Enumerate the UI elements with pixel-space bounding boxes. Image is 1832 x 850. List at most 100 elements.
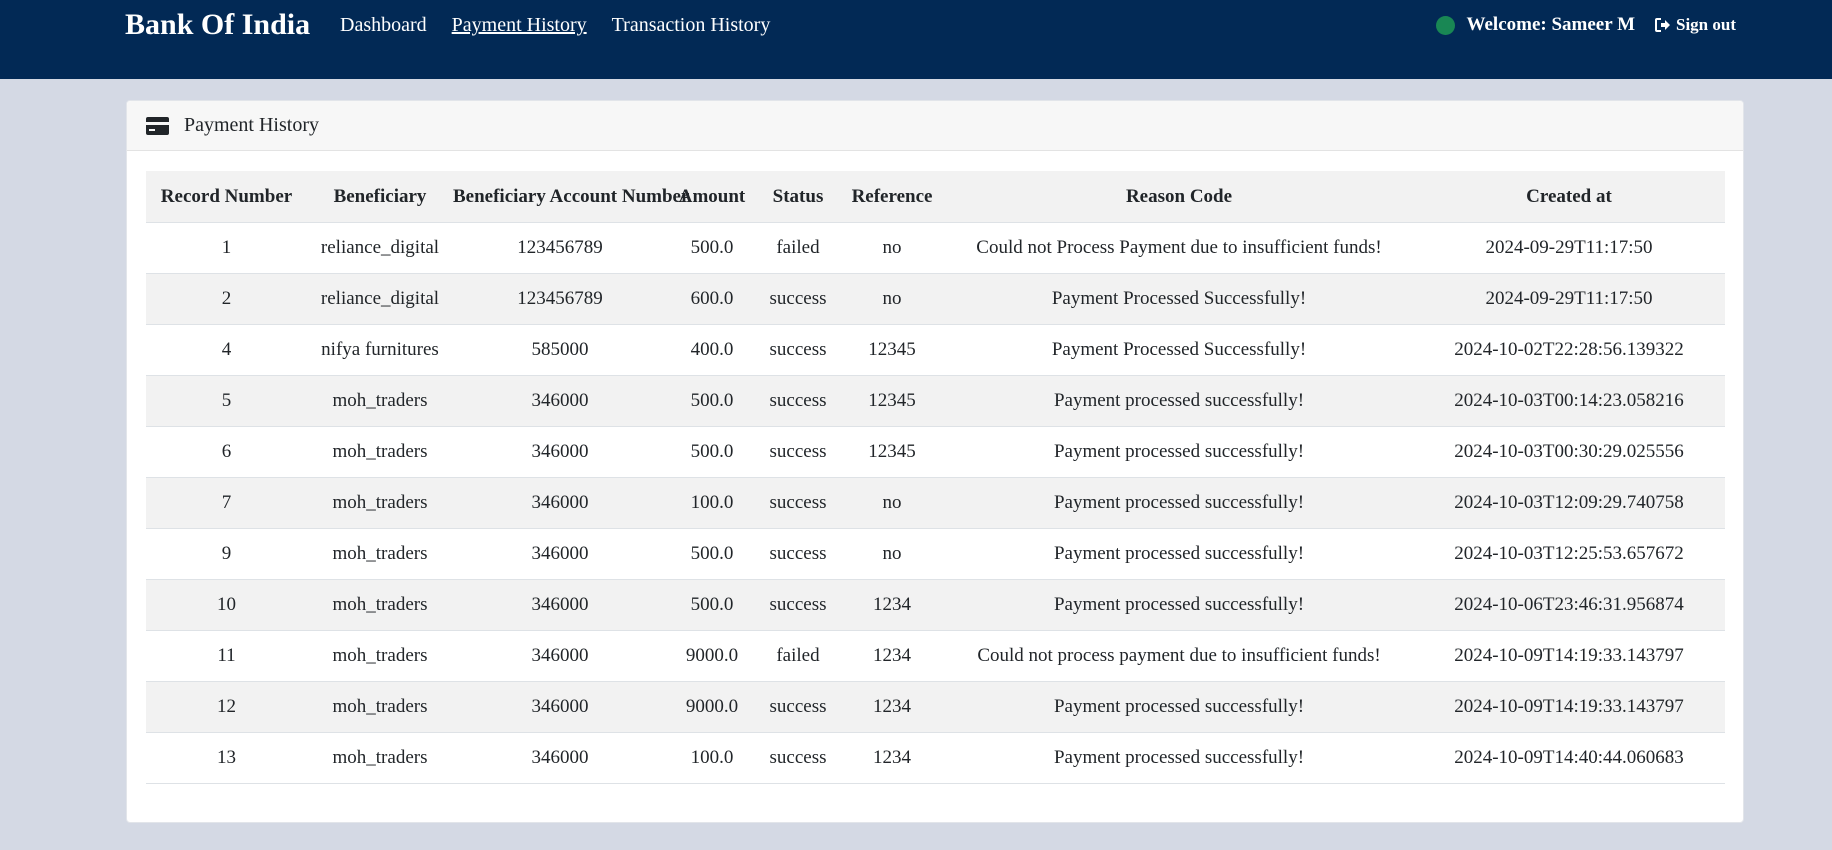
cell-created-at: 2024-09-29T11:17:50 [1413, 222, 1725, 274]
cell-reason-code: Could not process payment due to insuffi… [945, 630, 1413, 682]
table-row: 7 moh_traders 346000 100.0 success no Payment … [146, 477, 1725, 529]
cell-reason-code: Payment processed successfully! [945, 477, 1413, 529]
brand-logo-text[interactable]: Bank Of India [125, 7, 310, 43]
cell-reason-code: Payment processed successfully! [945, 528, 1413, 580]
cell-record-number: 10 [146, 579, 307, 631]
column-header-status: Status [757, 171, 839, 223]
cell-status: success [757, 528, 839, 580]
table-row: 10 moh_traders 346000 500.0 success 1234 Payme… [146, 579, 1725, 631]
user-area: Welcome: Sameer M Sign out [1435, 12, 1736, 38]
table-row: 1 reliance_digital 123456789 500.0 failed no C… [146, 222, 1725, 274]
column-header-record-number: Record Number [146, 171, 307, 223]
cell-record-number: 2 [146, 273, 307, 325]
cell-reference: 12345 [839, 324, 945, 376]
cell-status: success [757, 579, 839, 631]
cell-account-number: 346000 [453, 426, 667, 478]
nav-link-payment-history[interactable]: Payment History [452, 12, 587, 38]
payment-history-table: Record Number Beneficiary Beneficiary Ac… [146, 171, 1725, 784]
column-header-beneficiary-account-number: Beneficiary Account Number [453, 171, 689, 223]
cell-beneficiary: moh_traders [307, 477, 453, 529]
cell-record-number: 4 [146, 324, 307, 376]
cell-account-number: 346000 [453, 375, 667, 427]
cell-account-number: 123456789 [453, 222, 667, 274]
cell-account-number: 346000 [453, 528, 667, 580]
table-row: 6 moh_traders 346000 500.0 success 12345 Payme… [146, 426, 1725, 478]
cell-status: failed [757, 222, 839, 274]
welcome-text: Welcome: Sameer M [1466, 14, 1635, 35]
sign-out-label: Sign out [1676, 15, 1736, 34]
cell-amount: 600.0 [667, 273, 757, 325]
cell-status: success [757, 273, 839, 325]
table-row: 11 moh_traders 346000 9000.0 failed 1234 Could… [146, 630, 1725, 682]
payment-history-card: Payment History Record Number Beneficiar… [126, 100, 1744, 823]
cell-reference: no [839, 273, 945, 325]
cell-created-at: 2024-10-03T12:25:53.657672 [1413, 528, 1725, 580]
cell-amount: 500.0 [667, 222, 757, 274]
cell-reference: 1234 [839, 579, 945, 631]
top-navbar: Bank Of India Dashboard Payment History … [0, 0, 1832, 79]
cell-account-number: 346000 [453, 477, 667, 529]
cell-account-number: 346000 [453, 579, 667, 631]
cell-status: success [757, 324, 839, 376]
cell-reason-code: Payment processed successfully! [945, 681, 1413, 733]
cell-beneficiary: reliance_digital [307, 273, 453, 325]
cell-reference: 12345 [839, 375, 945, 427]
cell-beneficiary: moh_traders [307, 579, 453, 631]
table-row: 5 moh_traders 346000 500.0 success 12345 Payme… [146, 375, 1725, 427]
cell-beneficiary: moh_traders [307, 732, 453, 784]
cell-created-at: 2024-10-06T23:46:31.956874 [1413, 579, 1725, 631]
table-row: 9 moh_traders 346000 500.0 success no Payment … [146, 528, 1725, 580]
cell-reference: 1234 [839, 732, 945, 784]
cell-amount: 9000.0 [667, 681, 757, 733]
card-header: Payment History [127, 101, 1743, 151]
cell-account-number: 346000 [453, 732, 667, 784]
table-row: 2 reliance_digital 123456789 600.0 success no… [146, 273, 1725, 325]
cell-record-number: 5 [146, 375, 307, 427]
cell-reference: no [839, 222, 945, 274]
cell-amount: 9000.0 [667, 630, 757, 682]
cell-beneficiary: reliance_digital [307, 222, 453, 274]
sign-out-icon [1655, 18, 1670, 32]
cell-status: success [757, 732, 839, 784]
cell-amount: 400.0 [667, 324, 757, 376]
cell-reason-code: Payment processed successfully! [945, 579, 1413, 631]
cell-amount: 100.0 [667, 732, 757, 784]
table-header-row: Record Number Beneficiary Beneficiary Ac… [146, 171, 1725, 223]
cell-record-number: 1 [146, 222, 307, 274]
cell-reason-code: Payment processed successfully! [945, 426, 1413, 478]
credit-card-icon [146, 116, 169, 135]
column-header-reference: Reference [839, 171, 945, 223]
table-row: 4 nifya furnitures 585000 400.0 success 12345… [146, 324, 1725, 376]
cell-created-at: 2024-10-03T00:14:23.058216 [1413, 375, 1725, 427]
cell-created-at: 2024-09-29T11:17:50 [1413, 273, 1725, 325]
cell-account-number: 346000 [453, 630, 667, 682]
sign-out-button[interactable]: Sign out [1654, 12, 1736, 38]
column-header-amount: Amount [667, 171, 757, 223]
cell-beneficiary: moh_traders [307, 630, 453, 682]
nav-link-dashboard[interactable]: Dashboard [340, 12, 427, 38]
cell-reference: 12345 [839, 426, 945, 478]
cell-beneficiary: nifya furnitures [307, 324, 453, 376]
cell-reference: no [839, 528, 945, 580]
cell-account-number: 346000 [453, 681, 667, 733]
cell-status: failed [757, 630, 839, 682]
card-title: Payment History [184, 114, 319, 136]
table-body: 1 reliance_digital 123456789 500.0 failed no C… [146, 222, 1725, 784]
cell-record-number: 12 [146, 681, 307, 733]
cell-reference: no [839, 477, 945, 529]
cell-created-at: 2024-10-03T00:30:29.025556 [1413, 426, 1725, 478]
cell-reason-code: Payment Processed Successfully! [945, 273, 1413, 325]
online-status-dot-icon [1435, 15, 1455, 35]
nav-link-transaction-history[interactable]: Transaction History [612, 12, 771, 38]
cell-account-number: 123456789 [453, 273, 667, 325]
cell-record-number: 9 [146, 528, 307, 580]
cell-beneficiary: moh_traders [307, 528, 453, 580]
cell-reason-code: Payment processed successfully! [945, 732, 1413, 784]
cell-account-number: 585000 [453, 324, 667, 376]
column-header-beneficiary: Beneficiary [307, 171, 453, 223]
cell-record-number: 13 [146, 732, 307, 784]
cell-reason-code: Could not Process Payment due to insuffi… [945, 222, 1413, 274]
cell-amount: 500.0 [667, 528, 757, 580]
cell-record-number: 6 [146, 426, 307, 478]
cell-amount: 500.0 [667, 579, 757, 631]
